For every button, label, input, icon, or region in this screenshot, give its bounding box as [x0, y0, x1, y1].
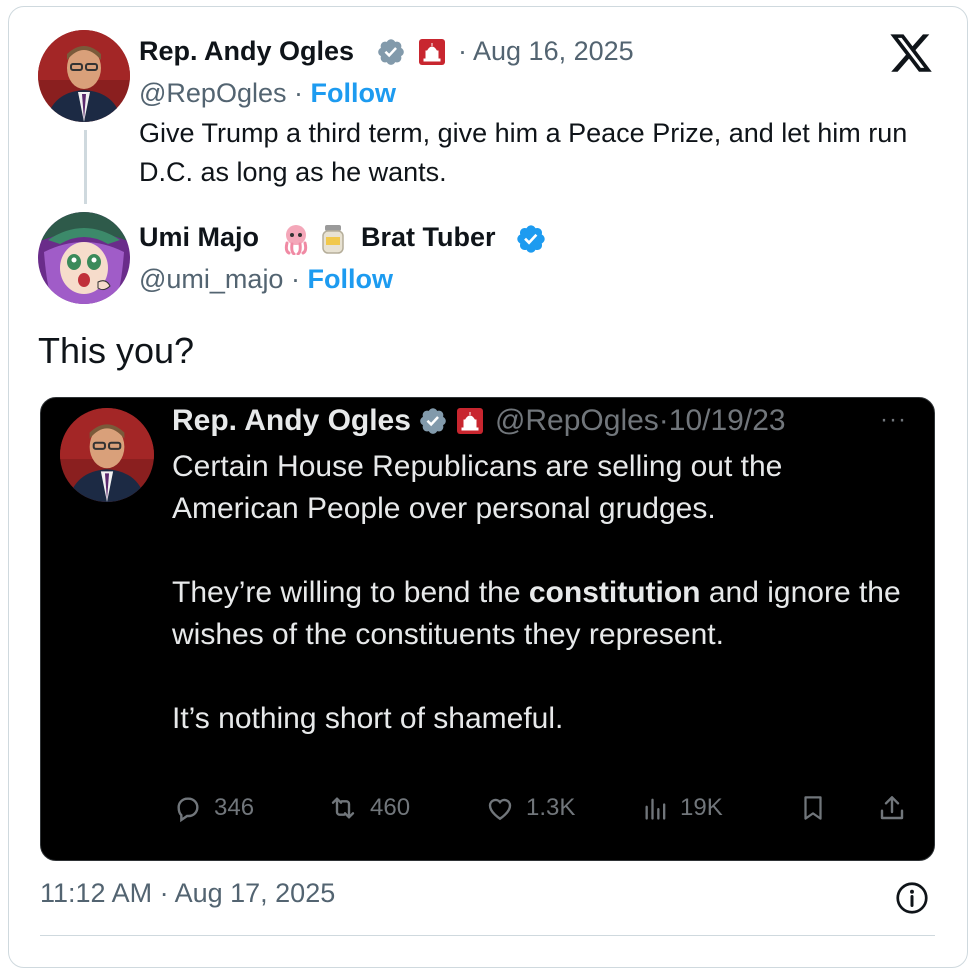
- author-name[interactable]: Rep. Andy Ogles: [139, 36, 354, 67]
- separator-dot: ·: [290, 264, 300, 294]
- avatar[interactable]: [38, 212, 130, 304]
- separator-dot: ·: [294, 78, 303, 108]
- separator-dot: ·: [658, 404, 669, 437]
- quoted-author-handle[interactable]: @RepOgles: [495, 404, 659, 437]
- jar-emoji-icon: [318, 222, 348, 256]
- tweet-text: Give Trump a third term, give him a Peac…: [139, 118, 908, 187]
- author-name-part1[interactable]: Umi Majo: [139, 222, 259, 253]
- quoted-tweet-paragraph: Certain House Republicans are selling ou…: [172, 450, 783, 525]
- government-capitol-badge-icon: [455, 406, 485, 436]
- follow-button[interactable]: Follow: [311, 78, 396, 108]
- reply-count: 346: [214, 794, 255, 821]
- author-name-part2[interactable]: Brat Tuber: [361, 222, 496, 253]
- verified-gray-badge-icon: [375, 36, 407, 68]
- more-options-icon[interactable]: ···: [880, 406, 907, 434]
- tweet-timestamp[interactable]: 11:12 AM · Aug 17, 2025: [40, 878, 335, 909]
- bookmark-button[interactable]: [798, 792, 828, 824]
- divider: [40, 935, 935, 936]
- tweet-date[interactable]: Aug 16, 2025: [473, 36, 634, 66]
- avatar[interactable]: [38, 30, 130, 122]
- heart-icon: [484, 792, 516, 824]
- thread-connector-line: [84, 130, 87, 204]
- like-stat[interactable]: 1.3K: [484, 792, 575, 824]
- views-bar-chart-icon: [642, 792, 670, 824]
- quoted-tweet-paragraph: They’re willing to bend the constitution…: [172, 576, 901, 651]
- tweet-text: This you?: [38, 330, 195, 371]
- government-capitol-badge-icon: [418, 38, 446, 66]
- repost-stat[interactable]: 460: [326, 792, 410, 824]
- bookmark-icon: [798, 792, 828, 824]
- verified-blue-badge-icon: [514, 222, 548, 256]
- repost-count: 460: [370, 794, 411, 821]
- share-button[interactable]: [876, 792, 908, 824]
- share-icon: [876, 792, 908, 824]
- info-icon[interactable]: [893, 879, 931, 917]
- quoted-author-name[interactable]: Rep. Andy Ogles: [172, 404, 411, 438]
- repost-icon: [326, 792, 360, 824]
- follow-button[interactable]: Follow: [307, 264, 392, 294]
- quoted-tweet-paragraph: It’s nothing short of shameful.: [172, 702, 564, 735]
- author-handle[interactable]: @RepOgles: [139, 78, 286, 108]
- view-count: 19K: [680, 794, 723, 821]
- avatar[interactable]: [60, 408, 154, 502]
- like-count: 1.3K: [526, 794, 576, 821]
- separator-dot: ·: [458, 36, 467, 66]
- author-handle[interactable]: @umi_majo: [139, 264, 283, 294]
- reply-stat[interactable]: 346: [172, 792, 254, 824]
- reply-icon: [172, 792, 204, 824]
- x-logo-icon[interactable]: [888, 30, 934, 76]
- verified-gray-badge-icon: [417, 405, 449, 437]
- quoted-tweet-date[interactable]: 10/19/23: [669, 404, 786, 437]
- bold-word: constitution: [528, 576, 701, 609]
- views-stat[interactable]: 19K: [642, 792, 723, 824]
- octopus-emoji-icon: [280, 222, 312, 256]
